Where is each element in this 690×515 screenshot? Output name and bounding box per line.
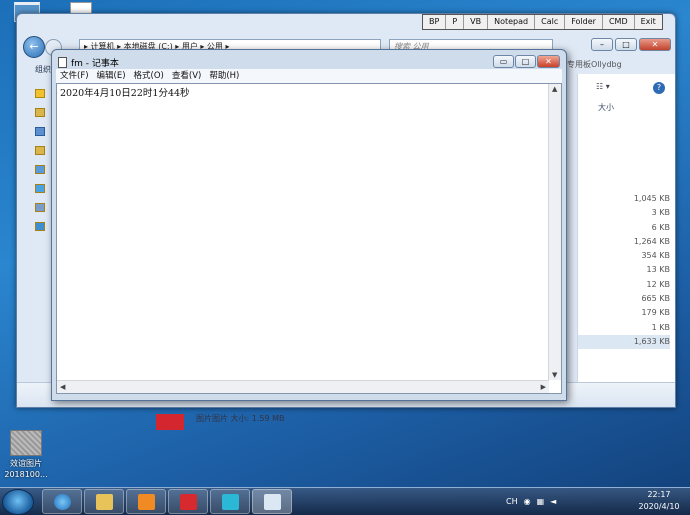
- language-indicator[interactable]: CH: [506, 497, 518, 506]
- folder-icon: [96, 494, 113, 510]
- notepad-icon: [58, 57, 67, 68]
- vb-button[interactable]: VB: [464, 15, 489, 29]
- notepad-window: fm - 记事本 ▭ □ ✕ 文件(F) 编辑(E) 格式(O) 查看(V) 帮…: [51, 49, 567, 401]
- menu-edit[interactable]: 编辑(E): [93, 69, 130, 83]
- file-size: 1 KB: [651, 322, 670, 332]
- notepad-window-controls: ▭ □ ✕: [493, 55, 560, 68]
- scroll-right-icon[interactable]: ▶: [541, 383, 546, 391]
- file-size: 665 KB: [641, 294, 670, 304]
- notepad-button[interactable]: Notepad: [488, 15, 536, 29]
- help-icon[interactable]: ?: [653, 82, 665, 94]
- document-text[interactable]: 2020年4月10日22时1分44秒: [60, 85, 190, 99]
- file-size: 179 KB: [641, 308, 670, 318]
- library-name: 专用板Ollydbg: [567, 60, 622, 69]
- file-list-pane: ☷ ▾ ? 大小 1,045 KB 3 KB 6 KB 1,264 KB 354…: [577, 74, 675, 394]
- menu-file[interactable]: 文件(F): [56, 69, 93, 83]
- start-button[interactable]: [2, 489, 34, 515]
- media-player-taskbar-button[interactable]: [126, 489, 166, 514]
- network-icon[interactable]: [35, 222, 45, 231]
- network-tray-icon[interactable]: ▦: [537, 497, 545, 506]
- exit-button[interactable]: Exit: [635, 15, 662, 29]
- scroll-up-icon[interactable]: ▲: [552, 85, 557, 93]
- window-title: fm - 记事本: [71, 59, 119, 69]
- file-size: 354 KB: [641, 251, 670, 261]
- cmd-button[interactable]: CMD: [603, 15, 635, 29]
- text-editor-area[interactable]: 2020年4月10日22时1分44秒 ▲ ▼ ◀ ▶: [56, 83, 562, 394]
- calc-button[interactable]: Calc: [535, 15, 566, 29]
- menu-bar: 文件(F) 编辑(E) 格式(O) 查看(V) 帮助(H): [56, 69, 562, 83]
- minimize-button[interactable]: ▭: [493, 55, 514, 68]
- folder-icon[interactable]: [35, 108, 45, 117]
- menu-format[interactable]: 格式(O): [130, 69, 168, 83]
- vertical-scrollbar[interactable]: ▲ ▼: [548, 84, 561, 380]
- file-details-text: 图片图片 大小: 1.59 MB: [196, 414, 285, 423]
- system-tray: CH ◉ ▦ ◄: [506, 497, 556, 506]
- clock[interactable]: 22:17 2020/4/10: [634, 489, 684, 513]
- ie-taskbar-button[interactable]: [42, 489, 82, 514]
- tool-icon: [222, 494, 239, 510]
- explorer-taskbar-button[interactable]: [84, 489, 124, 514]
- notepad-taskbar-button[interactable]: [252, 489, 292, 514]
- folder-icon[interactable]: [35, 127, 45, 136]
- horizontal-scrollbar[interactable]: ◀ ▶: [57, 380, 549, 393]
- help-tray-icon[interactable]: ◉: [524, 497, 531, 506]
- library-icon[interactable]: [35, 146, 45, 155]
- notepad-title-bar[interactable]: fm - 记事本: [58, 56, 119, 69]
- p-button[interactable]: P: [446, 15, 465, 29]
- clock-time: 22:17: [647, 490, 671, 499]
- media-player-icon: [138, 494, 155, 510]
- quick-launch-toolbar: BP P VB Notepad Calc Folder CMD Exit: [422, 14, 663, 30]
- file-size: 3 KB: [651, 208, 670, 218]
- close-button[interactable]: ✕: [537, 55, 560, 68]
- size-column-header[interactable]: 大小: [598, 102, 614, 113]
- bp-button[interactable]: BP: [423, 15, 447, 29]
- scroll-down-icon[interactable]: ▼: [552, 371, 557, 379]
- music-icon[interactable]: [35, 184, 45, 193]
- app-icon: [180, 494, 197, 510]
- close-button[interactable]: ✕: [639, 38, 671, 51]
- organize-menu[interactable]: 组织: [35, 64, 51, 75]
- file-thumbnail: [156, 414, 184, 430]
- file-size: 1,045 KB: [633, 194, 670, 203]
- tool-taskbar-button[interactable]: [210, 489, 250, 514]
- minimize-button[interactable]: –: [591, 38, 613, 51]
- ie-icon: [54, 494, 71, 510]
- desktop-photo-label: 效谊图片 2018100...: [4, 459, 48, 479]
- explorer-window-controls: – □ ✕: [591, 38, 671, 51]
- favorites-icon[interactable]: [35, 89, 45, 98]
- file-size: 12 KB: [646, 279, 670, 289]
- folder-button[interactable]: Folder: [565, 15, 603, 29]
- notepad-icon: [264, 494, 281, 510]
- computer-icon[interactable]: [35, 203, 45, 212]
- maximize-button[interactable]: □: [515, 55, 536, 68]
- menu-view[interactable]: 查看(V): [168, 69, 205, 83]
- file-size: 1,264 KB: [633, 236, 670, 246]
- pictures-icon[interactable]: [35, 165, 45, 174]
- view-options-icon[interactable]: ☷ ▾: [596, 82, 616, 92]
- scroll-left-icon[interactable]: ◀: [60, 383, 65, 391]
- menu-help[interactable]: 帮助(H): [205, 69, 243, 83]
- volume-tray-icon[interactable]: ◄: [550, 497, 556, 506]
- file-size: 6 KB: [651, 222, 670, 232]
- app-taskbar-button[interactable]: [168, 489, 208, 514]
- clock-date: 2020/4/10: [638, 502, 680, 511]
- back-button[interactable]: ←: [23, 36, 45, 58]
- size-column: 1,045 KB 3 KB 6 KB 1,264 KB 354 KB 13 KB…: [578, 192, 670, 350]
- file-size-selected: 1,633 KB: [578, 334, 670, 350]
- file-size: 13 KB: [646, 265, 670, 275]
- desktop-photo-icon[interactable]: [10, 430, 42, 456]
- maximize-button[interactable]: □: [615, 38, 637, 51]
